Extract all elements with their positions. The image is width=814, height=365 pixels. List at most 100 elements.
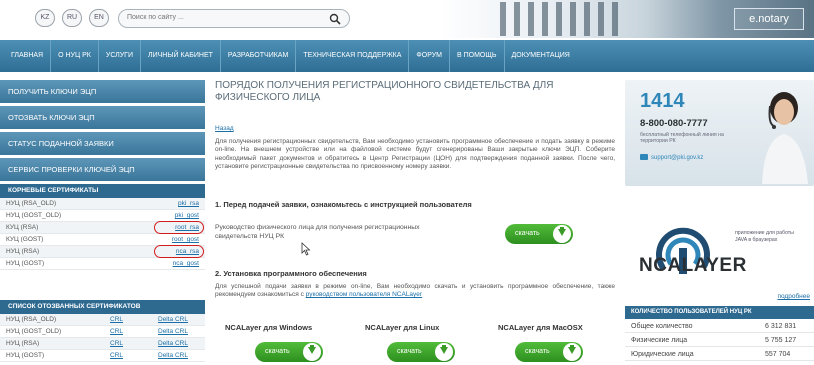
nav-cabinet[interactable]: ЛИЧНЫЙ КАБИНЕТ [141, 40, 221, 72]
list-item: НУЦ (RSA_OLD) pki_rsa [0, 198, 205, 210]
install-text: Для успешной подачи заявки в режиме on-l… [215, 283, 615, 300]
list-item: КУЦ (RSA) root_rsa [0, 221, 205, 234]
phone-number: 8-800-080-7777 [640, 118, 708, 129]
revoke-keys-button[interactable]: ОТОЗВАТЬ КЛЮЧИ ЭЦП [0, 106, 205, 129]
free-call-text: бесплатный телефонный линия на территори… [640, 132, 724, 145]
list-item: НУЦ (GOST_OLD) CRL Delta CRL [0, 326, 205, 338]
row-value: 557 704 [765, 351, 791, 358]
row-label: Общее количество [631, 323, 693, 330]
nav-support[interactable]: ТЕХНИЧЕСКАЯ ПОДДЕРЖКА [296, 40, 410, 72]
linux-title: NCALayer для Linux [365, 323, 440, 332]
short-number: 1414 [640, 90, 685, 112]
ncalayer-logo-icon[interactable] [641, 218, 749, 288]
nav-about[interactable]: О НУЦ РК [51, 40, 99, 72]
crl-link[interactable]: CRL [110, 350, 123, 362]
banner-decoration [500, 2, 620, 36]
download-macos-button[interactable]: скачать [515, 342, 583, 362]
highlight-circle [154, 221, 204, 234]
download-windows-button[interactable]: скачать [255, 342, 323, 362]
row-label: Юридические лица [631, 351, 694, 358]
crl-link[interactable]: CRL [110, 314, 123, 326]
get-keys-button[interactable]: ПОЛУЧИТЬ КЛЮЧИ ЭЦП [0, 80, 205, 103]
cert-name: КУЦ (RSA) [6, 224, 39, 231]
cert-name: НУЦ (RSA_OLD) [6, 200, 57, 207]
list-item: НУЦ (RSA_OLD) CRL Delta CRL [0, 314, 205, 326]
cert-name: НУЦ (RSA) [6, 340, 40, 347]
step2-heading: 2. Установка программного обеспечения [215, 269, 367, 278]
nav-home[interactable]: ГЛАВНАЯ [4, 40, 52, 72]
table-row: Физические лица 5 755 127 [625, 334, 814, 347]
cert-download-link[interactable]: pki_rsa [178, 198, 199, 210]
call-center-banner[interactable]: 1414 8-800-080-7777 бесплатный телефонны… [625, 80, 814, 186]
main-content: ПОРЯДОК ПОЛУЧЕНИЯ РЕГИСТРАЦИОННОГО СВИДЕ… [215, 80, 617, 362]
download-arrow-icon [563, 343, 581, 361]
step1-heading: 1. Перед подачей заявки, ознакомьтесь с … [215, 200, 472, 209]
ncalayer-logo-text: NCALAYER [639, 255, 747, 276]
mail-icon [640, 154, 648, 160]
revoked-certs-list: НУЦ (RSA_OLD) CRL Delta CRL НУЦ (GOST_OLD)… [0, 314, 205, 362]
back-link[interactable]: Назад [215, 125, 234, 132]
table-row: Юридические лица 557 704 [625, 348, 814, 361]
enotary-link[interactable]: e.notary [734, 8, 804, 30]
button-label: скачать [525, 348, 550, 355]
support-email: support@pki.gov.kz [640, 154, 703, 161]
lang-ru-button[interactable]: RU [62, 9, 82, 27]
cert-name: НУЦ (GOST_OLD) [6, 212, 62, 219]
nav-services[interactable]: УСЛУГИ [99, 40, 142, 72]
nav-docs[interactable]: ДОКУМЕНТАЦИЯ [505, 40, 577, 72]
button-label: скачать [265, 348, 290, 355]
page-title: ПОРЯДОК ПОЛУЧЕНИЯ РЕГИСТРАЦИОННОГО СВИДЕ… [215, 80, 554, 103]
nav-help[interactable]: В ПОМОЩЬ [450, 40, 505, 72]
users-count-heading: КОЛИЧЕСТВО ПОЛЬЗОВАТЕЛЕЙ НУЦ РК [625, 306, 814, 319]
download-arrow-icon [303, 343, 321, 361]
download-linux-button[interactable]: скачать [387, 342, 455, 362]
macos-title: NCALayer для MacOSX [498, 323, 583, 332]
request-status-button[interactable]: СТАТУС ПОДАННОЙ ЗАЯВКИ [0, 132, 205, 155]
cert-name: КУЦ (GOST) [6, 236, 44, 243]
download-arrow-icon [553, 225, 571, 243]
guide-description: Руководство физического лица для получен… [215, 224, 420, 240]
download-guide-button[interactable]: скачать [505, 224, 573, 244]
search-input[interactable] [127, 14, 317, 21]
more-link[interactable]: подробнее [777, 293, 810, 300]
crl-link[interactable]: CRL [110, 326, 123, 338]
list-item: НУЦ (GOST) CRL Delta CRL [0, 350, 205, 362]
cert-name: НУЦ (RSA) [6, 248, 40, 255]
root-certs-list: НУЦ (RSA_OLD) pki_rsa НУЦ (GOST_OLD) pki_g… [0, 198, 205, 270]
cursor-icon [301, 242, 311, 256]
lang-kz-button[interactable]: KZ [35, 9, 55, 27]
header-banner: e.notary [440, 0, 814, 38]
list-item: НУЦ (RSA) CRL Delta CRL [0, 338, 205, 350]
key-check-button[interactable]: СЕРВИС ПРОВЕРКИ КЛЮЧЕЙ ЭЦП [0, 158, 205, 181]
email-text: support@pki.gov.kz [651, 155, 704, 161]
intro-text: Для получения регистрационных свидетельс… [215, 138, 615, 171]
search-box [118, 9, 350, 28]
button-label: скачать [397, 348, 422, 355]
nav-forum[interactable]: ФОРУМ [409, 40, 450, 72]
left-sidebar: ПОЛУЧИТЬ КЛЮЧИ ЭЦП ОТОЗВАТЬ КЛЮЧИ ЭЦП СТ… [0, 80, 205, 362]
revoked-certs-heading: СПИСОК ОТОЗВАННЫХ СЕРТИФИКАТОВ [0, 300, 205, 314]
highlight-circle [154, 245, 204, 258]
delta-crl-link[interactable]: Delta CRL [158, 314, 188, 326]
crl-link[interactable]: CRL [110, 338, 123, 350]
cert-download-link[interactable]: nca_gost [173, 258, 199, 270]
row-value: 5 755 127 [765, 337, 797, 344]
delta-crl-link[interactable]: Delta CRL [158, 326, 188, 338]
delta-crl-link[interactable]: Delta CRL [158, 338, 188, 350]
row-value: 6 312 831 [765, 323, 797, 330]
cert-name: НУЦ (GOST) [6, 260, 45, 267]
cert-name: НУЦ (RSA_OLD) [6, 316, 57, 323]
table-row: Общее количество 6 312 831 [625, 320, 814, 333]
nav-developers[interactable]: РАЗРАБОТЧИКАМ [221, 40, 297, 72]
operator-photo [762, 92, 808, 184]
download-arrow-icon [435, 343, 453, 361]
main-nav: ГЛАВНАЯ О НУЦ РК УСЛУГИ ЛИЧНЫЙ КАБИНЕТ Р… [0, 40, 814, 72]
cert-name: НУЦ (GOST) [6, 352, 45, 359]
lang-en-button[interactable]: EN [89, 9, 109, 27]
ncalayer-guide-link[interactable]: руководством пользователя NCALayer [306, 291, 422, 298]
list-item: НУЦ (RSA) nca_rsa [0, 245, 205, 258]
top-bar: KZ RU EN e.notary [0, 0, 814, 38]
delta-crl-link[interactable]: Delta CRL [158, 350, 188, 362]
row-label: Физические лица [631, 337, 688, 344]
search-icon[interactable] [329, 13, 341, 25]
